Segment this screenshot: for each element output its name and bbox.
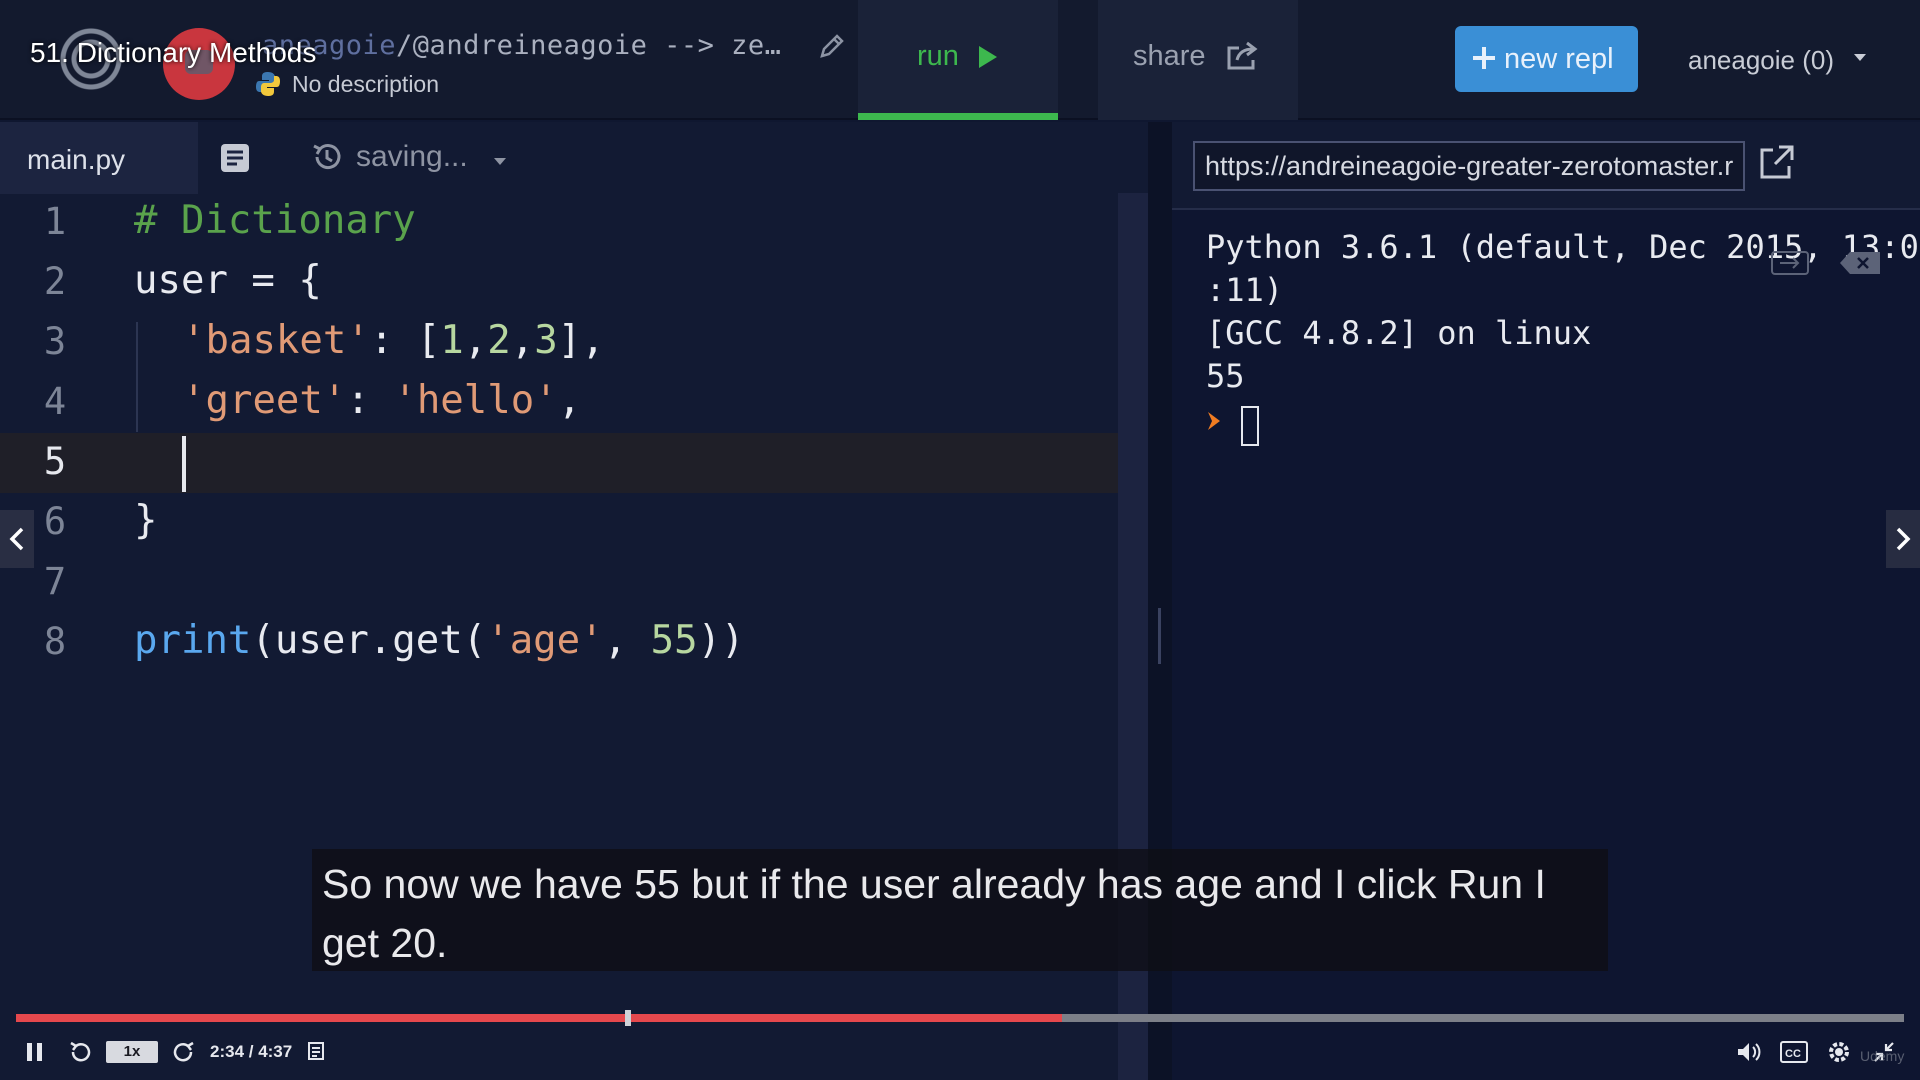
console-output-line: [GCC 4.8.2] on linux — [1206, 314, 1592, 352]
next-lecture-button[interactable] — [1886, 510, 1920, 568]
console-output-line: 55 — [1206, 357, 1245, 395]
code-text: (user.get( — [251, 618, 487, 663]
line-number: 1 — [43, 200, 67, 243]
code-line[interactable]: print(user.get('age', 55)) — [134, 618, 745, 663]
chevron-left-icon[interactable] — [0, 510, 34, 568]
code-number: 2 — [487, 318, 511, 363]
line-number: 5 — [43, 440, 67, 483]
chevron-down-icon[interactable] — [492, 156, 508, 168]
text-caret — [182, 436, 186, 492]
console-output-line: :11) — [1206, 271, 1284, 309]
code-line[interactable]: user = { — [134, 258, 322, 303]
code-text: : — [346, 378, 394, 423]
lesson-title: 51. Dictionary Methods — [30, 37, 317, 68]
line-number: 3 — [43, 320, 67, 363]
code-text: )) — [697, 618, 745, 663]
console-actions[interactable] — [1770, 244, 1886, 280]
line-number: 2 — [43, 260, 67, 303]
forward-icon[interactable] — [172, 1040, 196, 1064]
run-label[interactable]: run — [917, 40, 959, 73]
current-line-highlight — [0, 433, 1148, 493]
code-text: : [ — [369, 318, 441, 363]
code-number: 55 — [650, 618, 698, 663]
progress-bookmark[interactable] — [625, 1010, 631, 1026]
code-string: 'greet' — [182, 378, 347, 423]
notes-icon[interactable] — [306, 1040, 328, 1062]
code-text: user = { — [134, 258, 322, 303]
repl-name: /@andreineagoie --> ze… — [396, 30, 782, 61]
code-string: 'age' — [486, 618, 604, 663]
line-number: 6 — [43, 500, 67, 543]
playback-time: 2:34 / 4:37 — [210, 1042, 293, 1061]
save-status: saving... — [356, 140, 468, 173]
indent-guide — [136, 322, 138, 432]
progress-bar-fill — [16, 1014, 1062, 1022]
pencil-icon[interactable] — [818, 32, 846, 60]
code-number: 1 — [440, 318, 464, 363]
file-tab-label[interactable]: main.py — [27, 144, 125, 176]
prompt-arrow-icon — [1208, 412, 1220, 430]
repl-description[interactable]: No description — [292, 71, 439, 98]
code-text: , — [603, 618, 651, 663]
pane-resize-handle[interactable] — [1158, 608, 1161, 664]
new-repl-label[interactable]: new repl — [1504, 43, 1614, 76]
previous-lecture-button[interactable] — [0, 510, 34, 568]
rewind-icon[interactable] — [68, 1040, 92, 1064]
code-line[interactable]: } — [134, 498, 157, 543]
url-field[interactable] — [1193, 141, 1745, 191]
user-menu[interactable]: aneagoie (0) — [1688, 45, 1834, 76]
plus-icon[interactable] — [1470, 44, 1498, 72]
external-link-icon[interactable] — [1757, 142, 1797, 182]
share-icon[interactable] — [1225, 40, 1261, 72]
share-label[interactable]: share — [1133, 40, 1206, 73]
code-text: ], — [557, 318, 605, 363]
chevron-right-icon[interactable] — [1886, 510, 1920, 568]
code-text: } — [134, 498, 158, 543]
udemy-watermark: Udemy — [1860, 1048, 1905, 1064]
code-number: 3 — [534, 318, 558, 363]
code-text: , — [557, 378, 582, 423]
code-text: , — [510, 318, 535, 363]
code-comment: # Dictionary — [134, 198, 416, 243]
caption-text: So now we have 55 but if the user alread… — [322, 861, 1546, 966]
captions-icon[interactable]: CC — [1780, 1041, 1808, 1063]
code-line[interactable]: 'basket': [1,2,3], — [182, 318, 605, 363]
files-icon[interactable] — [218, 141, 252, 175]
code-line[interactable]: # Dictionary — [134, 198, 416, 243]
code-string: 'basket' — [182, 318, 370, 363]
line-number: 8 — [43, 620, 67, 663]
line-number: 7 — [43, 560, 67, 603]
line-number: 4 — [43, 380, 67, 423]
svg-text:CC: CC — [1785, 1048, 1801, 1060]
code-line[interactable]: 'greet': 'hello', — [182, 378, 581, 423]
volume-icon[interactable] — [1736, 1040, 1762, 1064]
history-icon[interactable] — [310, 140, 344, 174]
code-text: , — [463, 318, 488, 363]
playback-speed-button[interactable]: 1x — [106, 1041, 158, 1063]
python-icon — [256, 72, 280, 96]
chevron-down-icon[interactable] — [1852, 52, 1868, 64]
code-builtin: print — [134, 618, 252, 663]
run-active-indicator — [858, 113, 1058, 120]
pause-icon[interactable] — [24, 1040, 46, 1064]
code-string: 'hello' — [393, 378, 558, 423]
repl-title[interactable]: aneagoie/@andreineagoie --> ze… — [262, 30, 781, 61]
play-icon[interactable] — [977, 44, 999, 70]
console-cursor[interactable] — [1241, 406, 1259, 446]
settings-icon[interactable] — [1826, 1039, 1852, 1065]
